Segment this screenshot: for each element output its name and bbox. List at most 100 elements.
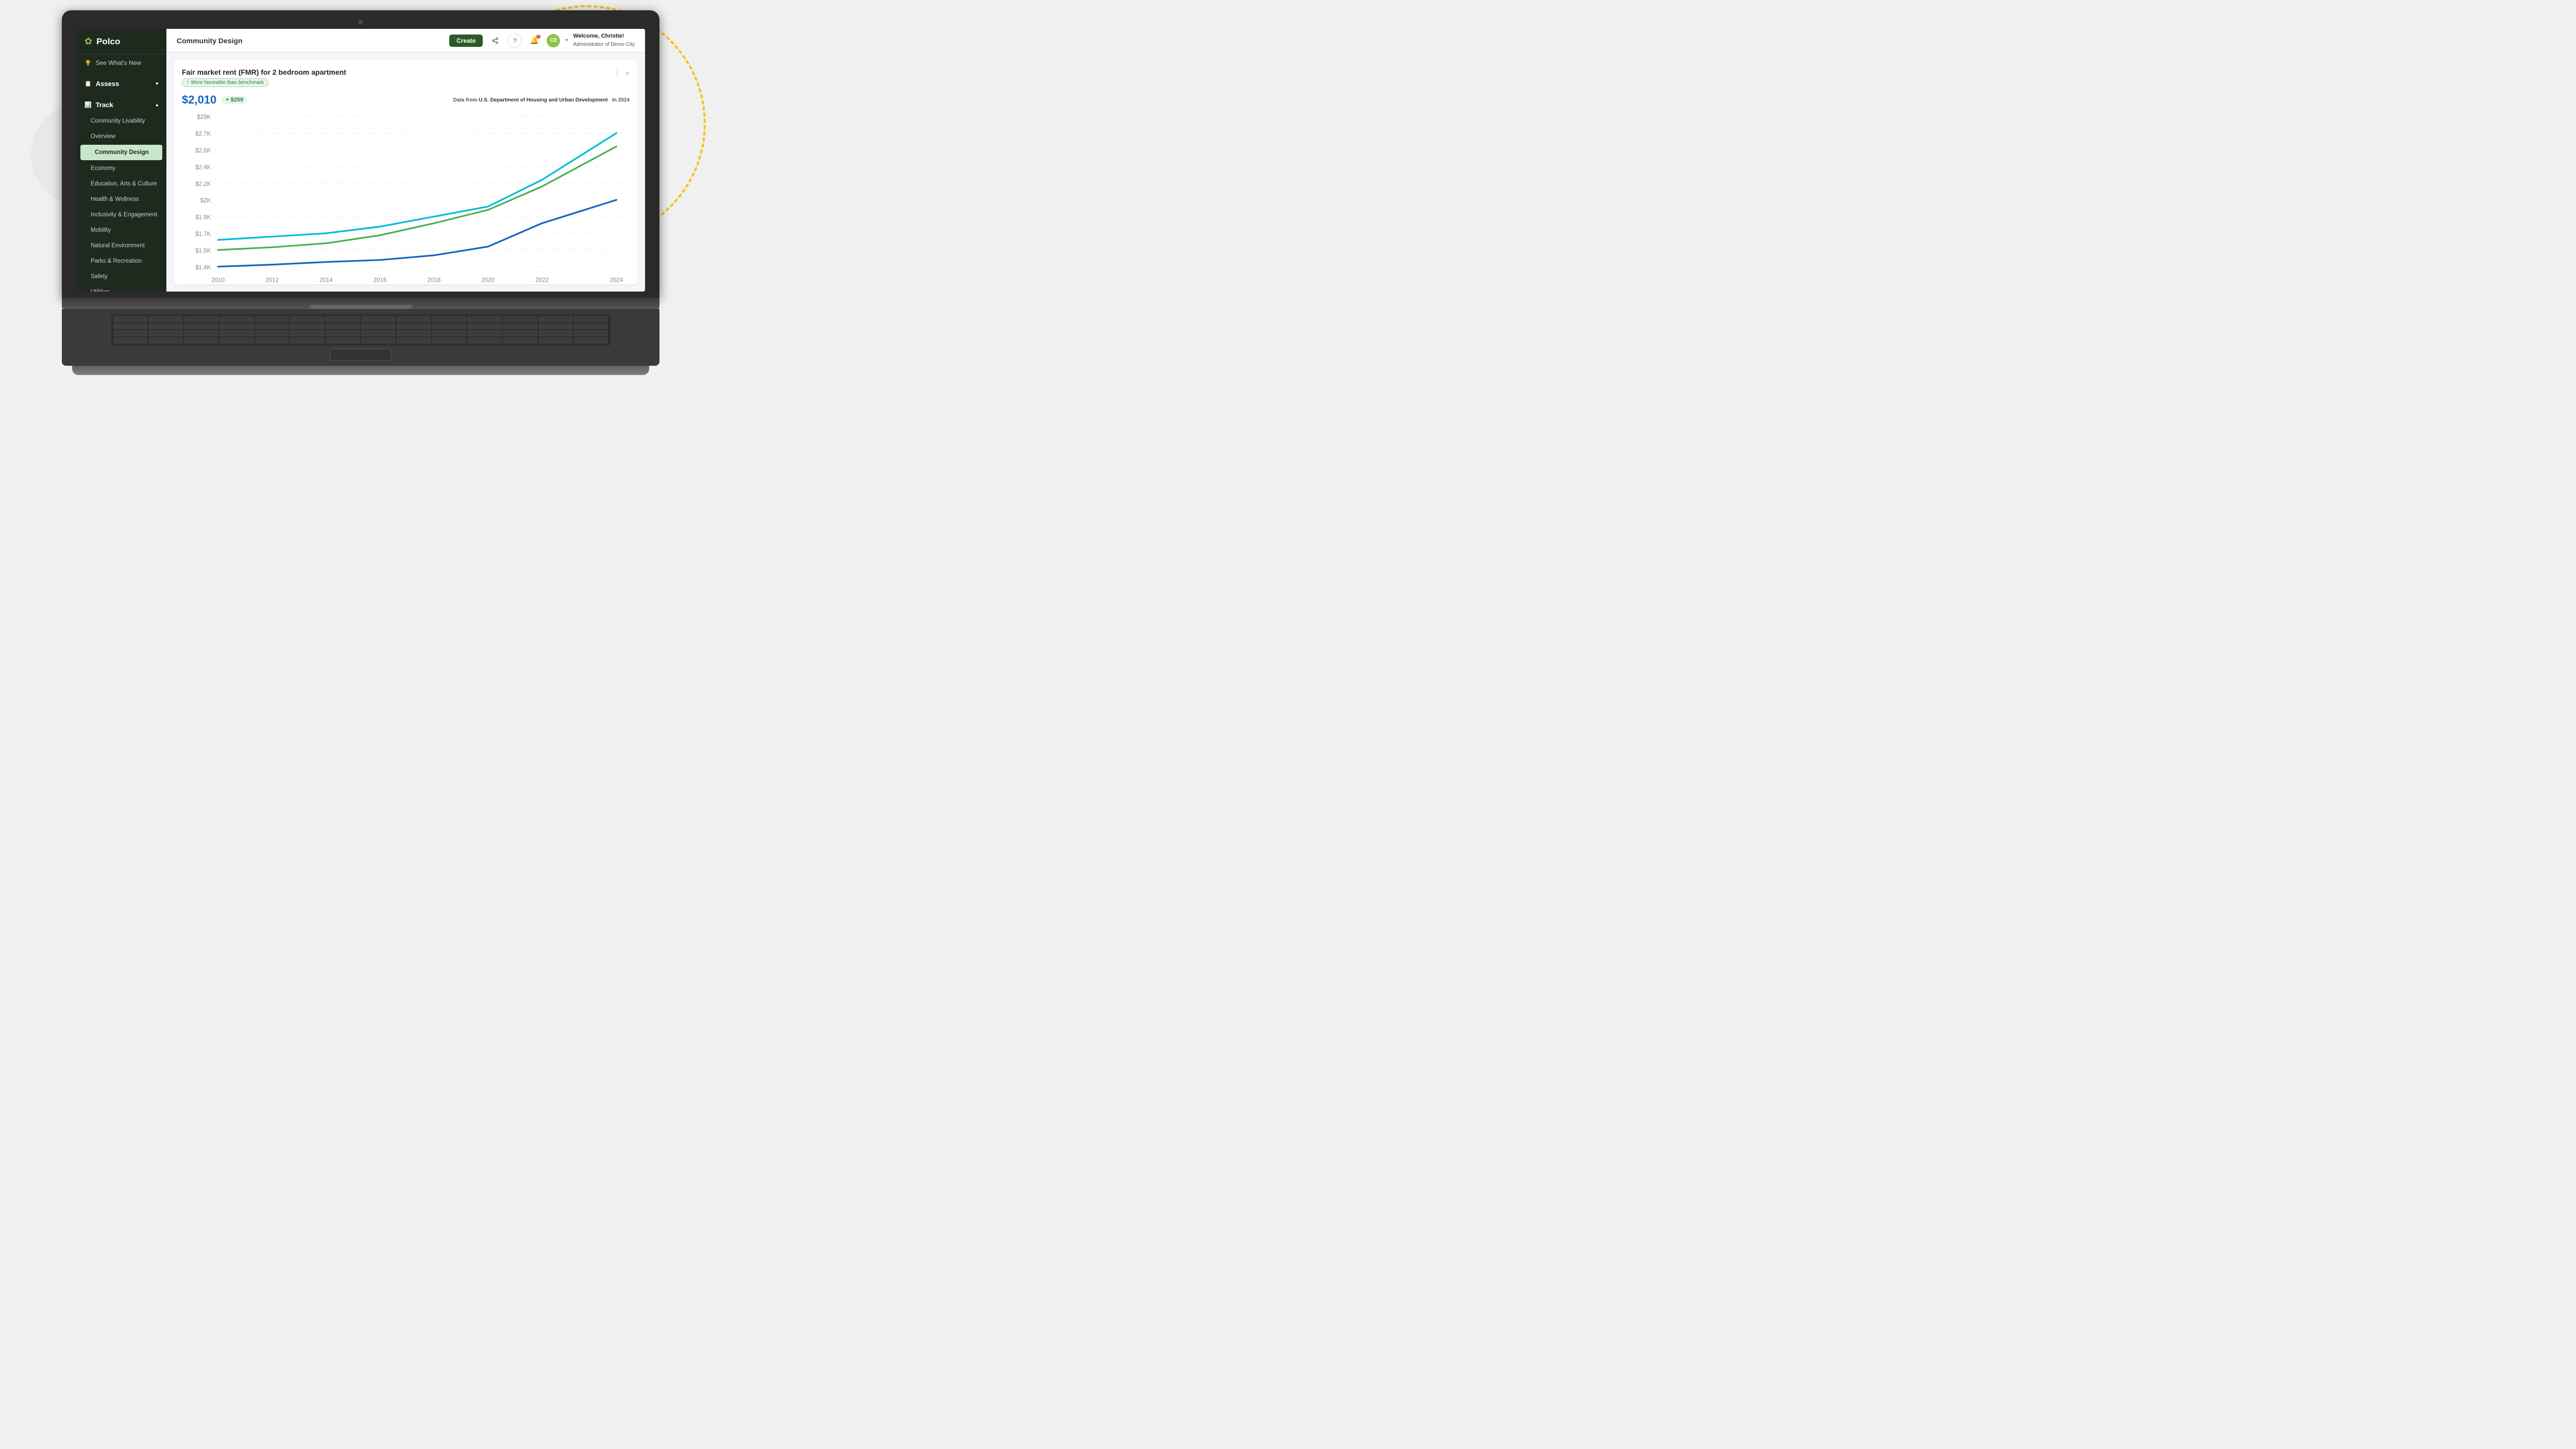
svg-text:$1.4K: $1.4K (195, 265, 211, 271)
key (255, 316, 290, 322)
key (184, 316, 218, 322)
sidebar-item-mobility[interactable]: Mobility (76, 223, 166, 238)
inclusivity-label: Inclusivity & Engagement (91, 212, 157, 218)
help-button[interactable]: ? (507, 33, 522, 48)
key (467, 330, 502, 336)
sidebar-item-inclusivity[interactable]: Inclusivity & Engagement (76, 207, 166, 223)
key (290, 337, 325, 344)
key (148, 316, 183, 322)
chart-source: Data from U.S. Department of Housing and… (453, 97, 630, 103)
sidebar-item-community-livability[interactable]: Community Livability (76, 113, 166, 129)
key (326, 330, 360, 336)
key (113, 330, 148, 336)
key (503, 337, 537, 344)
key (219, 337, 254, 344)
welcome-text-block: Welcome, Christie! Administrator of Demo… (573, 33, 635, 48)
key (397, 337, 431, 344)
keyboard-area: var k = document.querySelector('.keyboar… (62, 309, 659, 366)
svg-text:2018: 2018 (428, 277, 441, 283)
laptop-outer: ✿ Polco 💡 See What's New 📋 Assess ▾ (62, 10, 659, 375)
key (219, 316, 254, 322)
svg-text:$1.7K: $1.7K (195, 231, 211, 237)
svg-text:2012: 2012 (265, 277, 279, 283)
screen-bezel: ✿ Polco 💡 See What's New 📋 Assess ▾ (62, 10, 659, 298)
nav-actions: Create ? 🔔 0 (449, 33, 635, 48)
key (113, 323, 148, 330)
chart-menu: ⋮ × (613, 68, 630, 78)
key (326, 323, 360, 330)
svg-text:$2.7K: $2.7K (195, 131, 211, 137)
svg-text:2022: 2022 (535, 277, 549, 283)
key (432, 330, 467, 336)
sidebar-item-utilities[interactable]: Utilities (76, 284, 166, 292)
sidebar-item-education[interactable]: Education, Arts & Culture (76, 176, 166, 192)
key (326, 337, 360, 344)
sidebar-item-natural-environment[interactable]: Natural Environment (76, 238, 166, 253)
key (148, 323, 183, 330)
notification-button[interactable]: 🔔 0 (527, 33, 541, 48)
svg-text:$2.5K: $2.5K (195, 148, 211, 154)
share-button[interactable] (488, 33, 502, 48)
logo-icon: ✿ (84, 36, 92, 47)
notification-badge: 0 (536, 35, 540, 39)
chart-delta: + $259 (222, 96, 247, 104)
sidebar-item-community-design[interactable]: Community Design (80, 145, 162, 160)
key (467, 337, 502, 344)
natural-environment-label: Natural Environment (91, 243, 145, 249)
svg-text:2020: 2020 (481, 277, 495, 283)
laptop-base (62, 298, 659, 309)
avatar[interactable]: CE (547, 34, 560, 47)
key (538, 337, 573, 344)
chevron-down-icon: ▾ (565, 38, 568, 43)
bulb-icon: 💡 (84, 60, 92, 66)
more-options-button[interactable]: ⋮ (613, 68, 621, 78)
overview-label: Overview (91, 133, 115, 140)
close-button[interactable]: × (625, 69, 630, 77)
top-nav: Community Design Create ? (166, 29, 645, 53)
key (290, 323, 325, 330)
page-title: Community Design (177, 37, 243, 45)
create-button[interactable]: Create (449, 35, 483, 47)
key (113, 316, 148, 322)
key (397, 330, 431, 336)
laptop-bottom-bar (72, 366, 649, 375)
key (574, 330, 608, 336)
key (184, 330, 218, 336)
sidebar-item-track[interactable]: 📊 Track ▴ (76, 96, 166, 113)
key (574, 337, 608, 344)
sidebar-logo: ✿ Polco (76, 29, 166, 55)
logo-text: Polco (96, 37, 120, 47)
sidebar-item-parks[interactable]: Parks & Recreation (76, 253, 166, 269)
key (255, 337, 290, 344)
assess-label: Assess (96, 80, 120, 88)
key (538, 323, 573, 330)
sidebar-item-overview[interactable]: Overview (76, 129, 166, 144)
assess-chevron-icon: ▾ (156, 81, 158, 87)
webcam (358, 20, 363, 25)
track-chevron-icon: ▴ (156, 102, 158, 108)
sidebar-item-see-whats-new[interactable]: 💡 See What's New (76, 55, 166, 71)
see-whats-new-label: See What's New (96, 59, 141, 66)
key (574, 316, 608, 322)
sidebar-item-health[interactable]: Health & Wellness (76, 192, 166, 207)
parks-label: Parks & Recreation (91, 258, 142, 264)
key (219, 330, 254, 336)
laptop-wrapper: ✿ Polco 💡 See What's New 📋 Assess ▾ (41, 10, 680, 395)
sidebar-item-economy[interactable]: Economy (76, 161, 166, 176)
svg-text:$2.2K: $2.2K (195, 181, 211, 187)
chart-main-value: $2,010 (182, 93, 216, 107)
chart-benchmark-badge: ↑ More favorable than benchmark (182, 78, 268, 87)
key (397, 316, 431, 322)
key (574, 323, 608, 330)
svg-text:2014: 2014 (319, 277, 333, 283)
sidebar: ✿ Polco 💡 See What's New 📋 Assess ▾ (76, 29, 166, 292)
touchpad[interactable] (330, 349, 392, 361)
education-label: Education, Arts & Culture (91, 181, 157, 187)
chart-title-block: Fair market rent (FMR) for 2 bedroom apa… (182, 68, 346, 87)
key (432, 316, 467, 322)
key (397, 323, 431, 330)
sidebar-item-safety[interactable]: Safety (76, 269, 166, 284)
chart-svg-container: $29K $2.7K $2.5K $2.4K $2.2K $2K $1.9K $… (182, 110, 630, 284)
sidebar-item-assess[interactable]: 📋 Assess ▾ (76, 75, 166, 92)
key (361, 330, 396, 336)
